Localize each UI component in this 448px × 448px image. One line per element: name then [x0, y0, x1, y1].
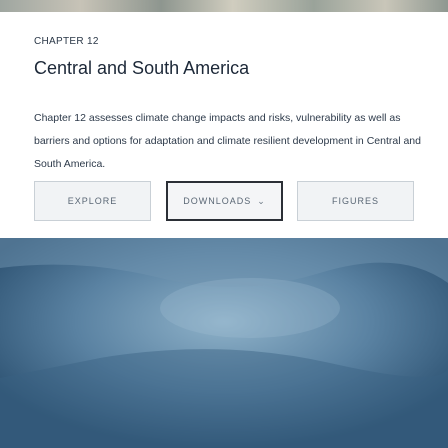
header-image-strip [0, 0, 448, 12]
chapter-label: CHAPTER 12 [34, 36, 99, 47]
explore-button-label: EXPLORE [67, 196, 118, 206]
hero-image [0, 238, 448, 448]
page-title: Central and South America [34, 58, 250, 78]
downloads-button[interactable]: DOWNLOADS ⌄ [166, 181, 283, 221]
explore-button[interactable]: EXPLORE [34, 181, 151, 221]
hero-image-graphic [0, 238, 448, 448]
figures-button-label: FIGURES [331, 196, 379, 206]
downloads-button-label: DOWNLOADS [183, 196, 252, 206]
chevron-down-icon: ⌄ [257, 195, 266, 206]
figures-button[interactable]: FIGURES [297, 181, 414, 221]
chapter-description: Chapter 12 assesses climate change impac… [34, 112, 421, 170]
chapter-actions: EXPLORE DOWNLOADS ⌄ FIGURES [0, 181, 448, 221]
